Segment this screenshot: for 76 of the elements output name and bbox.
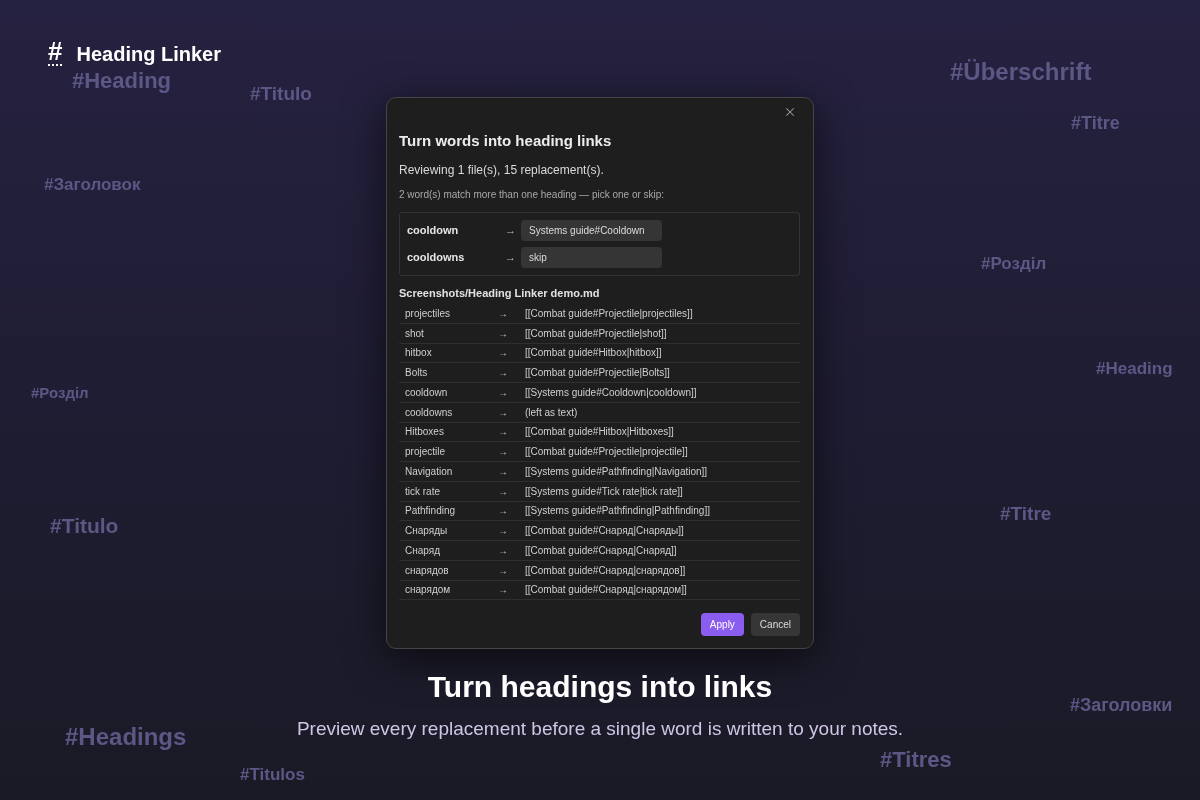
background-word: #Titres xyxy=(880,749,952,771)
link-result: [[Combat guide#Projectile|projectiles]] xyxy=(525,306,693,321)
link-result: [[Systems guide#Cooldown|cooldown]] xyxy=(525,385,697,400)
replacement-arrow: → xyxy=(498,543,509,558)
background-word: #Розділ xyxy=(981,255,1047,272)
hero-title: Turn headings into links xyxy=(427,669,773,706)
apply-button[interactable]: Apply xyxy=(700,613,744,637)
background-word: #Heading xyxy=(72,70,172,92)
link-result: [[Combat guide#Снаряд|снарядов]] xyxy=(525,563,686,578)
ambiguous-word: cooldown xyxy=(407,223,460,239)
link-result: [[Systems guide#Tick rate|tick rate]] xyxy=(525,484,683,499)
background-word: #Titulos xyxy=(240,766,305,783)
link-result: [[Combat guide#Снаряд|Снаряд]] xyxy=(525,543,677,558)
link-result: (left as text) xyxy=(525,405,578,420)
hash-logo: # xyxy=(48,38,63,66)
source-word: hitbox xyxy=(405,346,433,361)
source-word: projectile xyxy=(405,445,447,460)
source-word: shot xyxy=(405,326,425,341)
heading-select[interactable]: skip xyxy=(521,247,662,268)
ambiguous-word: cooldowns xyxy=(407,250,466,266)
heading-select[interactable]: Systems guide#Cooldown xyxy=(521,220,662,241)
choice-arrow: → xyxy=(505,250,517,266)
background-word: #Heading xyxy=(1096,360,1173,377)
file-name: Screenshots/Heading Linker demo.md xyxy=(399,286,601,300)
background-word: #Titulo xyxy=(50,515,119,536)
replacement-arrow: → xyxy=(498,445,509,460)
link-result: [[Combat guide#Projectile|Bolts]] xyxy=(525,366,670,381)
replacement-arrow: → xyxy=(498,385,509,400)
replacement-arrow: → xyxy=(498,306,509,321)
replacement-arrow: → xyxy=(498,583,509,598)
background-word: #Titre xyxy=(1000,504,1052,523)
source-word: снарядов xyxy=(405,563,450,578)
source-word: Pathfinding xyxy=(405,504,457,519)
source-word: projectiles xyxy=(405,306,452,321)
source-word: Снаряд xyxy=(405,543,441,558)
replacement-arrow: → xyxy=(498,346,509,361)
source-word: Navigation xyxy=(405,464,454,479)
link-result: [[Combat guide#Снаряд|снарядом]] xyxy=(525,583,687,598)
background-word: #Überschrift xyxy=(950,60,1092,84)
hero-subtitle: Preview every replacement before a single word is written to your notes. xyxy=(296,717,904,742)
link-result: [[Combat guide#Hitbox|Hitboxes]] xyxy=(525,425,674,440)
source-word: cooldowns xyxy=(405,405,454,420)
dialog-title: Turn words into heading links xyxy=(399,131,613,151)
cancel-button[interactable]: Cancel xyxy=(750,613,800,637)
replacement-arrow: → xyxy=(498,524,509,539)
link-result: [[Combat guide#Projectile|projectile]] xyxy=(525,445,688,460)
source-word: снарядом xyxy=(405,583,452,598)
background-word: #Titre xyxy=(1071,114,1120,132)
source-word: tick rate xyxy=(405,484,441,499)
close-icon xyxy=(783,105,797,119)
background-word: #Заголовок xyxy=(44,176,141,193)
replacement-arrow: → xyxy=(498,326,509,341)
background-word: #Headings xyxy=(65,725,187,749)
replacement-arrow: → xyxy=(498,425,509,440)
app-name: Heading Linker xyxy=(76,42,221,66)
link-result: [[Combat guide#Projectile|shot]] xyxy=(525,326,667,341)
ambiguity-prompt: 2 word(s) match more than one heading — pick one or skip: xyxy=(399,188,666,202)
source-word: Hitboxes xyxy=(405,425,445,440)
background-word: #Titulo xyxy=(250,84,312,103)
background-word: #Заголовки xyxy=(1070,696,1173,714)
background-word: #Розділ xyxy=(31,385,89,400)
link-result: [[Systems guide#Pathfinding|Navigation]] xyxy=(525,464,708,479)
link-result: [[Combat guide#Hitbox|hitbox]] xyxy=(525,346,662,361)
source-word: Снаряды xyxy=(405,524,449,539)
replacement-arrow: → xyxy=(498,464,509,479)
replacement-arrow: → xyxy=(498,405,509,420)
replacement-arrow: → xyxy=(498,484,509,499)
replacement-arrow: → xyxy=(498,366,509,381)
source-word: Bolts xyxy=(405,366,429,381)
source-word: cooldown xyxy=(405,385,449,400)
choice-arrow: → xyxy=(505,223,517,239)
review-summary: Reviewing 1 file(s), 15 replacement(s). xyxy=(399,162,605,178)
link-result: [[Combat guide#Снаряд|Снаряды]] xyxy=(525,524,684,539)
link-result: [[Systems guide#Pathfinding|Pathfinding]] xyxy=(525,504,710,519)
replacement-arrow: → xyxy=(498,504,509,519)
replacement-arrow: → xyxy=(498,563,509,578)
